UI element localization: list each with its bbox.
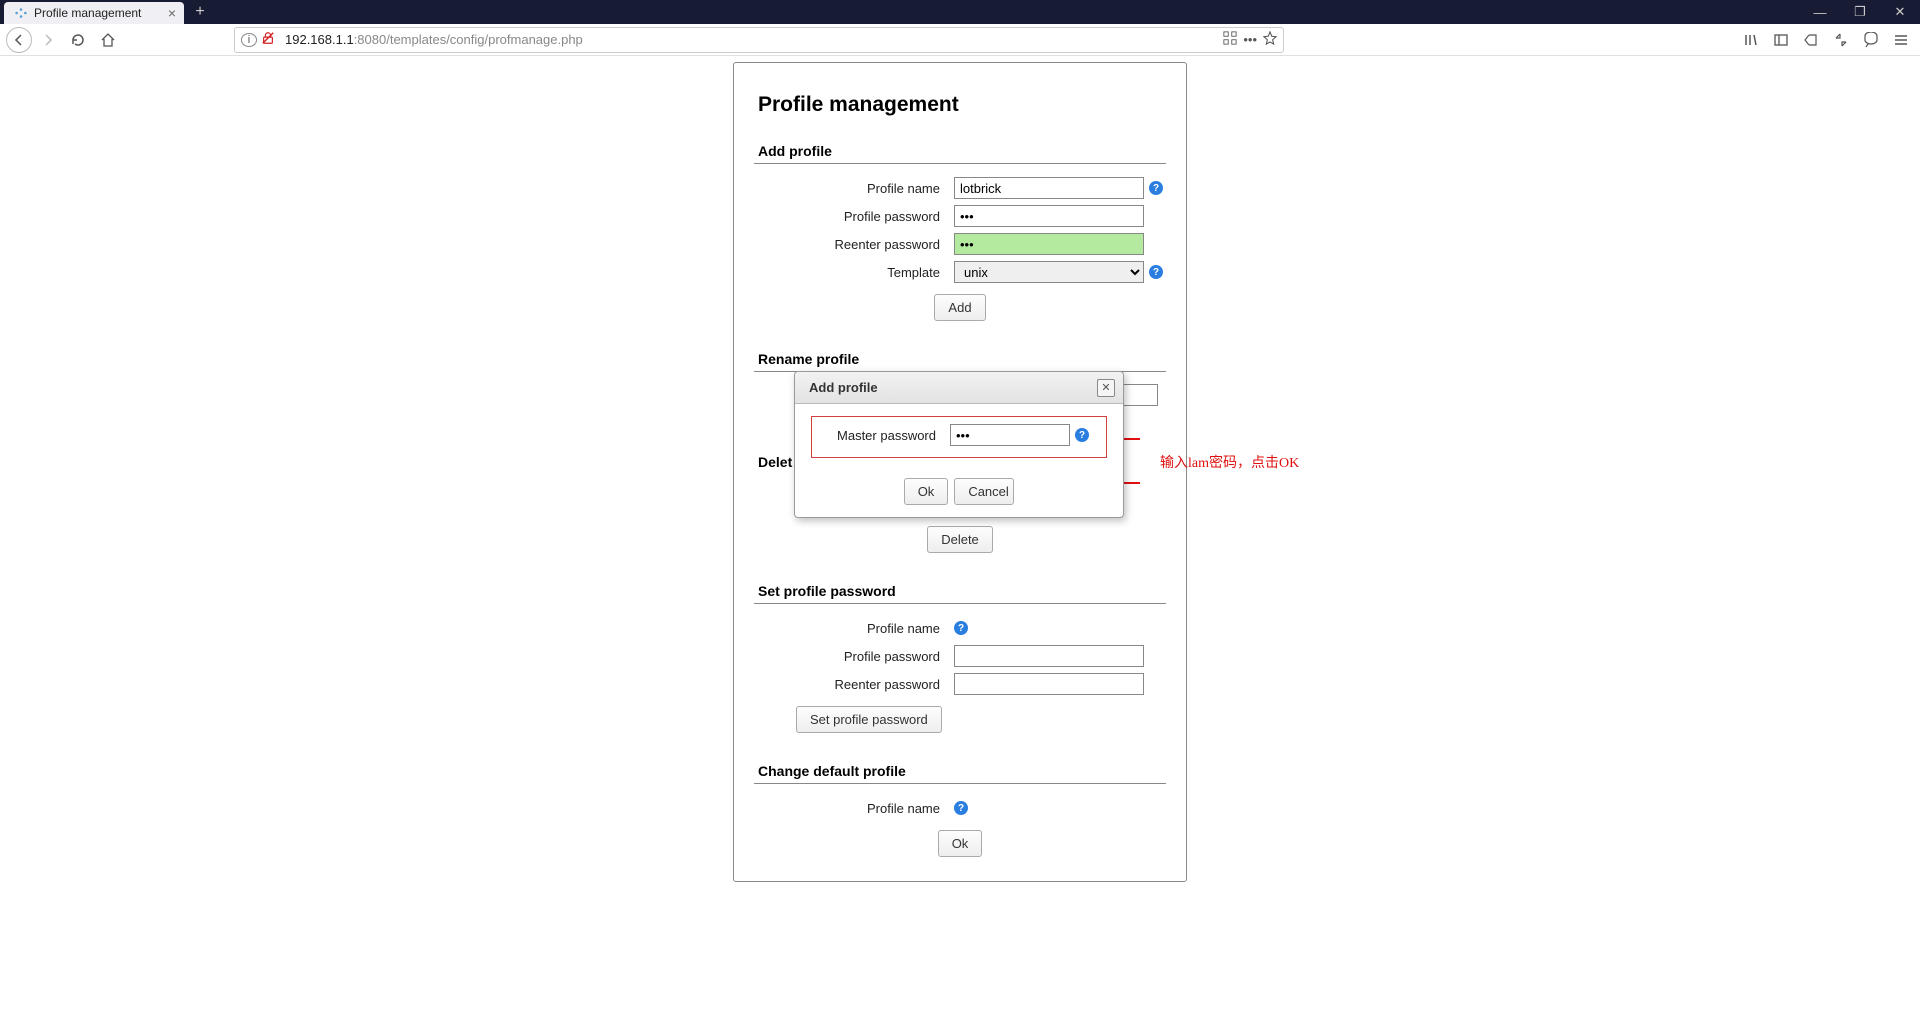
change-default-section: Change default profile Profile name ? Ok bbox=[754, 763, 1166, 857]
info-icon[interactable]: i bbox=[241, 33, 257, 47]
content-area: Profile management Add profile Profile n… bbox=[0, 56, 1920, 1036]
set-password-button[interactable]: Set profile password bbox=[796, 706, 942, 733]
master-password-dialog: Add profile ✕ Master password ? Ok Cance… bbox=[794, 371, 1124, 518]
reenter-password-input[interactable] bbox=[954, 233, 1144, 255]
profile-name-input[interactable] bbox=[954, 177, 1144, 199]
label-reenter-password: Reenter password bbox=[754, 237, 954, 252]
dialog-header: Add profile ✕ bbox=[795, 372, 1123, 404]
maximize-button[interactable]: ❐ bbox=[1840, 0, 1880, 24]
toolbar-icon-1[interactable] bbox=[1798, 26, 1824, 54]
help-icon[interactable]: ? bbox=[954, 801, 968, 815]
label-template: Template bbox=[754, 265, 954, 280]
back-button[interactable] bbox=[6, 27, 32, 53]
add-profile-section: Add profile Profile name ? Profile passw… bbox=[754, 143, 1166, 321]
annotation-text: 输入lam密码，点击OK bbox=[1160, 452, 1299, 472]
master-password-input[interactable] bbox=[950, 424, 1070, 446]
page-actions-icon[interactable]: ••• bbox=[1243, 32, 1257, 47]
browser-navbar: i 192.168.1.1:8080/templates/config/prof… bbox=[0, 24, 1920, 56]
label-master-password: Master password bbox=[820, 428, 950, 443]
delete-button[interactable]: Delete bbox=[927, 526, 993, 553]
label-profile-password: Profile password bbox=[754, 209, 954, 224]
sidebar-icon[interactable] bbox=[1768, 26, 1794, 54]
toolbar-icon-3[interactable] bbox=[1858, 26, 1884, 54]
page-action-1-icon[interactable] bbox=[1223, 31, 1237, 48]
set-password-input[interactable] bbox=[954, 645, 1144, 667]
page-title: Profile management bbox=[754, 93, 1166, 117]
profile-password-input[interactable] bbox=[954, 205, 1144, 227]
favicon-icon bbox=[14, 6, 28, 20]
toolbar-icon-2[interactable] bbox=[1828, 26, 1854, 54]
reload-button[interactable] bbox=[64, 26, 92, 54]
help-icon[interactable]: ? bbox=[1075, 428, 1089, 442]
section-heading: Set profile password bbox=[754, 583, 1166, 604]
tab-close-icon[interactable]: × bbox=[168, 5, 176, 21]
browser-tab[interactable]: Profile management × bbox=[4, 2, 184, 24]
set-reenter-input[interactable] bbox=[954, 673, 1144, 695]
tab-title: Profile management bbox=[34, 6, 141, 20]
browser-titlebar: Profile management × + — ❐ ✕ bbox=[0, 0, 1920, 24]
profile-management-panel: Profile management Add profile Profile n… bbox=[733, 62, 1187, 882]
help-icon[interactable]: ? bbox=[1149, 265, 1163, 279]
minimize-button[interactable]: — bbox=[1800, 0, 1840, 24]
set-password-section: Set profile password Profile name ? Prof… bbox=[754, 583, 1166, 733]
window-controls: — ❐ ✕ bbox=[1800, 0, 1920, 24]
section-heading: Change default profile bbox=[754, 763, 1166, 784]
library-icon[interactable] bbox=[1738, 26, 1764, 54]
template-select[interactable]: unix bbox=[954, 261, 1144, 283]
dialog-close-icon[interactable]: ✕ bbox=[1097, 379, 1115, 397]
default-ok-button[interactable]: Ok bbox=[938, 830, 983, 857]
help-icon[interactable]: ? bbox=[954, 621, 968, 635]
bookmark-star-icon[interactable] bbox=[1263, 31, 1277, 48]
home-button[interactable] bbox=[94, 26, 122, 54]
url-host: 192.168.1.1 bbox=[285, 32, 354, 47]
label-profile-name: Profile name bbox=[754, 801, 954, 816]
close-window-button[interactable]: ✕ bbox=[1880, 0, 1920, 24]
label-profile-password: Profile password bbox=[754, 649, 954, 664]
menu-button[interactable] bbox=[1888, 26, 1914, 54]
add-button[interactable]: Add bbox=[934, 294, 985, 321]
section-heading: Rename profile bbox=[754, 351, 1166, 372]
dialog-title: Add profile bbox=[809, 380, 878, 395]
label-profile-name: Profile name bbox=[754, 181, 954, 196]
label-profile-name: Profile name bbox=[754, 621, 954, 636]
new-tab-button[interactable]: + bbox=[188, 1, 212, 23]
section-heading: Add profile bbox=[754, 143, 1166, 164]
help-icon[interactable]: ? bbox=[1149, 181, 1163, 195]
dialog-ok-button[interactable]: Ok bbox=[904, 478, 949, 505]
forward-button[interactable] bbox=[34, 26, 62, 54]
url-bar[interactable]: i 192.168.1.1:8080/templates/config/prof… bbox=[234, 27, 1284, 53]
dialog-cancel-button[interactable]: Cancel bbox=[954, 478, 1014, 505]
insecure-icon bbox=[261, 31, 279, 48]
url-path: :8080/templates/config/profmanage.php bbox=[354, 32, 583, 47]
label-reenter-password: Reenter password bbox=[754, 677, 954, 692]
